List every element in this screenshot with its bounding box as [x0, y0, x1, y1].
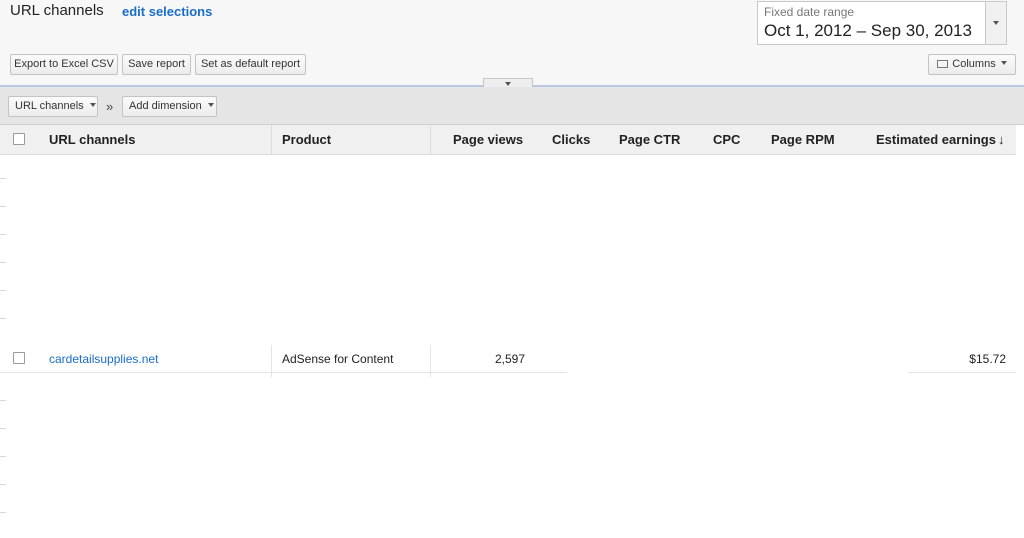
column-header-estimated-earnings[interactable]: Estimated earnings ↓ [876, 125, 1004, 155]
row-tick [0, 428, 6, 429]
dimension-separator: » [106, 99, 114, 114]
chevron-down-icon [993, 21, 999, 25]
estimated-earnings-label: Estimated earnings [876, 132, 996, 147]
page-title: URL channels [10, 2, 104, 19]
sort-descending-icon: ↓ [997, 132, 1005, 147]
row-tick [0, 456, 6, 457]
date-range-value: Oct 1, 2012 – Sep 30, 2013 [764, 21, 972, 40]
clicks-cell [540, 345, 590, 373]
add-dimension-label: Add dimension [129, 100, 202, 112]
row-checkbox[interactable] [13, 352, 25, 364]
row-tick [0, 178, 6, 179]
add-dimension-dropdown[interactable]: Add dimension [122, 96, 217, 117]
column-header-clicks[interactable]: Clicks [552, 125, 590, 155]
column-header-page-ctr[interactable]: Page CTR [619, 125, 680, 155]
row-bottom-border [0, 372, 567, 373]
columns-icon [937, 60, 949, 68]
row-bottom-border [908, 372, 1016, 373]
chevron-down-icon [1000, 61, 1007, 65]
select-all-checkbox[interactable] [13, 133, 25, 145]
cpc-cell [700, 345, 745, 373]
column-header-cpc[interactable]: CPC [713, 125, 740, 155]
column-header-product[interactable]: Product [282, 125, 331, 155]
column-divider [271, 125, 272, 155]
set-default-report-button[interactable]: Set as default report [195, 54, 306, 75]
row-tick [0, 484, 6, 485]
column-header-url-channels[interactable]: URL channels [49, 125, 135, 155]
row-tick [0, 400, 6, 401]
save-report-button[interactable]: Save report [122, 54, 191, 75]
columns-label: Columns [952, 58, 996, 70]
url-channel-link[interactable]: cardetailsupplies.net [49, 345, 158, 373]
edit-selections-link[interactable]: edit selections [122, 4, 212, 19]
row-tick [0, 318, 6, 319]
chevron-down-icon [89, 103, 96, 107]
columns-button[interactable]: Columns [928, 54, 1016, 75]
column-header-page-views[interactable]: Page views [453, 125, 523, 155]
row-tick [0, 262, 6, 263]
estimated-earnings-cell: $15.72 [969, 352, 1006, 366]
chevron-down-icon [207, 103, 214, 107]
row-tick [0, 512, 6, 513]
primary-dimension-dropdown[interactable]: URL channels [8, 96, 98, 117]
date-range-dropdown-button[interactable] [985, 2, 1006, 44]
page-ctr-cell [605, 345, 685, 373]
page-rpm-cell [760, 345, 840, 373]
column-header-page-rpm[interactable]: Page RPM [771, 125, 835, 155]
table-header: URL channels Product Page views Clicks P… [0, 125, 1016, 155]
primary-dimension-label: URL channels [15, 100, 84, 112]
page-views-cell: 2,597 [494, 352, 525, 366]
row-tick [0, 206, 6, 207]
product-cell: AdSense for Content [282, 352, 394, 366]
report-top-bar: URL channels edit selections Fixed date … [0, 0, 1024, 86]
date-range-picker[interactable]: Fixed date range Oct 1, 2012 – Sep 30, 2… [757, 1, 1007, 45]
row-tick [0, 234, 6, 235]
dimension-bar: URL channels » Add dimension [0, 87, 1024, 125]
column-divider [430, 125, 431, 155]
row-tick [0, 290, 6, 291]
export-csv-button[interactable]: Export to Excel CSV [10, 54, 118, 75]
date-range-label: Fixed date range [764, 5, 855, 19]
chevron-down-icon [505, 82, 511, 86]
table-row: cardetailsupplies.net AdSense for Conten… [0, 345, 1016, 377]
